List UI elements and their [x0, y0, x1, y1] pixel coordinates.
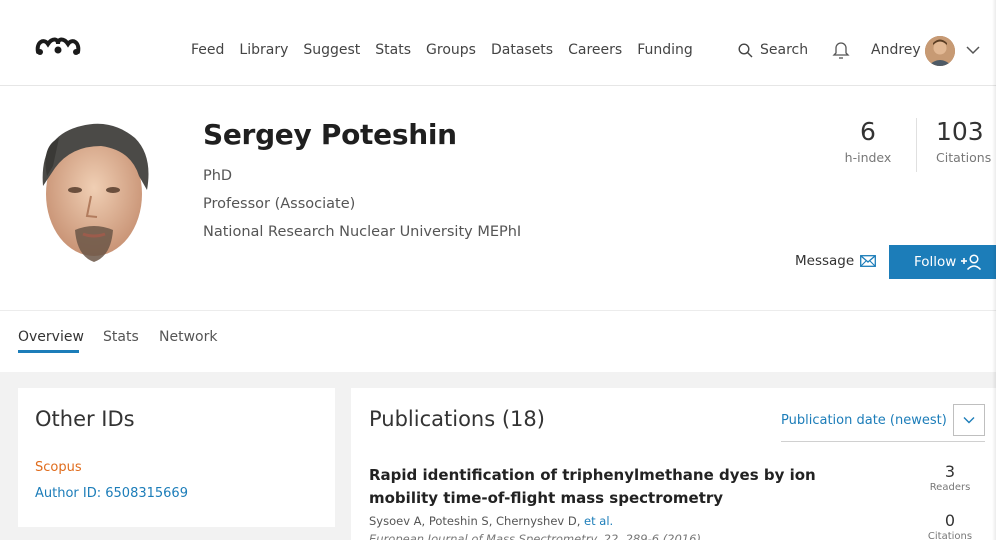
search-label: Search	[760, 42, 809, 58]
pub-citations-value: 0	[944, 511, 956, 530]
nav-careers[interactable]: Careers	[568, 42, 622, 58]
nav-library[interactable]: Library	[239, 42, 288, 58]
tab-overview[interactable]: Overview	[18, 329, 84, 345]
readers-label: Readers	[929, 482, 971, 493]
pub-citations-metric: 0 Citations	[920, 512, 980, 540]
search-button[interactable]: Search	[738, 42, 808, 58]
main-nav-links: Feed Library Suggest Stats Groups Datase…	[191, 42, 708, 58]
publication-authors: Sysoev A, Poteshin S, Chernyshev D, et a…	[369, 514, 613, 528]
search-icon	[738, 42, 753, 57]
nav-suggest[interactable]: Suggest	[303, 42, 360, 58]
profile-tabs: Overview Stats Network	[0, 312, 996, 372]
message-label: Message	[795, 253, 855, 269]
envelope-icon	[860, 255, 877, 267]
h-index-label: h-index	[844, 150, 892, 165]
tab-network[interactable]: Network	[159, 329, 217, 345]
readers-metric: 3 Readers	[920, 462, 980, 494]
other-ids-title: Other IDs	[35, 407, 135, 431]
follow-button[interactable]: Follow	[889, 245, 996, 279]
author-id-link[interactable]: Author ID: 6508315669	[35, 486, 188, 501]
publication-journal: European Journal of Mass Spectrometry, 2…	[369, 532, 701, 540]
nav-stats[interactable]: Stats	[375, 42, 411, 58]
bell-icon[interactable]	[832, 40, 850, 60]
citations-stat: 103 Citations	[936, 117, 996, 166]
sort-select[interactable]: Publication date (newest)	[781, 413, 947, 428]
sort-dropdown-button[interactable]	[953, 404, 985, 436]
add-user-icon	[961, 254, 982, 270]
profile-degree: PhD	[203, 168, 233, 184]
nav-groups[interactable]: Groups	[426, 42, 476, 58]
profile-photo	[42, 123, 149, 262]
profile-position: Professor (Associate)	[203, 196, 356, 212]
h-index-value: 6	[860, 117, 876, 146]
scopus-link[interactable]: Scopus	[35, 460, 82, 475]
citations-label: Citations	[936, 150, 992, 165]
mendeley-logo[interactable]	[34, 34, 82, 56]
chevron-down-icon[interactable]	[966, 45, 980, 55]
readers-value: 3	[944, 462, 956, 481]
publications-title: Publications (18)	[369, 407, 545, 431]
top-navigation: Feed Library Suggest Stats Groups Datase…	[0, 0, 996, 86]
avatar[interactable]	[925, 36, 955, 66]
citations-value: 103	[936, 117, 984, 146]
active-tab-indicator	[18, 350, 79, 353]
nav-funding[interactable]: Funding	[637, 42, 693, 58]
message-button[interactable]: Message	[795, 253, 877, 269]
publication-title[interactable]: Rapid identification of triphenylmethane…	[369, 464, 884, 510]
follow-label: Follow	[914, 254, 957, 270]
pub-citations-label: Citations	[927, 531, 973, 540]
tab-stats[interactable]: Stats	[103, 329, 139, 345]
stat-divider	[916, 118, 917, 172]
profile-institution: National Research Nuclear University MEP…	[203, 224, 522, 240]
h-index-stat: 6 h-index	[838, 117, 898, 166]
sort-underline	[781, 441, 985, 442]
nav-feed[interactable]: Feed	[191, 42, 224, 58]
et-al-link[interactable]: et al.	[584, 514, 613, 528]
user-name[interactable]: Andrey	[871, 42, 921, 58]
nav-datasets[interactable]: Datasets	[491, 42, 553, 58]
publication-author-list: Sysoev A, Poteshin S, Chernyshev D,	[369, 514, 581, 528]
profile-name: Sergey Poteshin	[203, 118, 457, 151]
chevron-down-icon	[963, 417, 975, 424]
window-edge	[992, 0, 996, 540]
